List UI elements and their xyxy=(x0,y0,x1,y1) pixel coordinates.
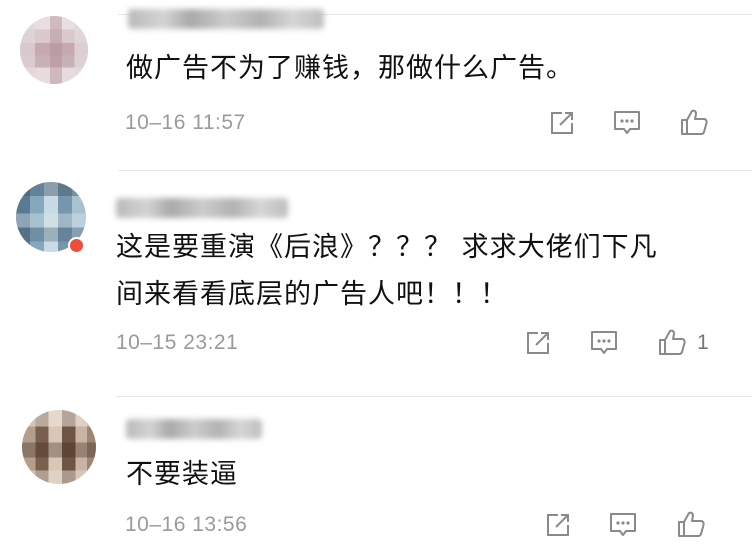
comment-icon xyxy=(589,329,619,357)
verified-badge xyxy=(68,237,85,254)
like-icon xyxy=(679,107,709,137)
comment-icon xyxy=(612,109,642,137)
comment-text-line-1: 这是要重演《后浪》？？？ 求求大佬们下凡 xyxy=(116,232,658,263)
like-button[interactable] xyxy=(678,106,710,138)
share-icon xyxy=(548,109,576,137)
share-button[interactable] xyxy=(546,107,578,139)
share-button[interactable] xyxy=(522,327,554,359)
comment-text: 做广告不为了赚钱，那做什么广告。 xyxy=(126,53,574,84)
username[interactable] xyxy=(128,9,324,29)
comment-item: 不要装逼 10–16 13:56 xyxy=(0,397,752,558)
comment-text: 不要装逼 xyxy=(126,459,238,490)
comment-item: 做广告不为了赚钱，那做什么广告。 10–16 11:57 xyxy=(0,0,752,170)
like-button[interactable] xyxy=(675,508,707,540)
like-icon xyxy=(676,509,706,539)
like-button[interactable] xyxy=(656,326,688,358)
avatar[interactable] xyxy=(20,16,88,84)
comment-item: 这是要重演《后浪》？？？ 求求大佬们下凡 间来看看底层的广告人吧！！！ 10–1… xyxy=(0,171,752,396)
like-icon xyxy=(657,327,687,357)
comment-icon xyxy=(608,511,638,539)
share-icon xyxy=(524,329,552,357)
username[interactable] xyxy=(116,198,288,218)
share-button[interactable] xyxy=(542,509,574,541)
comment-text-line-2: 间来看看底层的广告人吧！！！ xyxy=(116,279,508,310)
comment-time: 10–16 11:57 xyxy=(125,111,246,134)
comment-button[interactable] xyxy=(588,327,620,359)
share-icon xyxy=(544,511,572,539)
comment-button[interactable] xyxy=(611,107,643,139)
comment-time: 10–16 13:56 xyxy=(125,513,248,536)
avatar[interactable] xyxy=(22,410,96,484)
like-count: 1 xyxy=(697,331,709,354)
comment-time: 10–15 23:21 xyxy=(116,331,239,354)
username[interactable] xyxy=(126,419,262,439)
comment-button[interactable] xyxy=(607,509,639,541)
